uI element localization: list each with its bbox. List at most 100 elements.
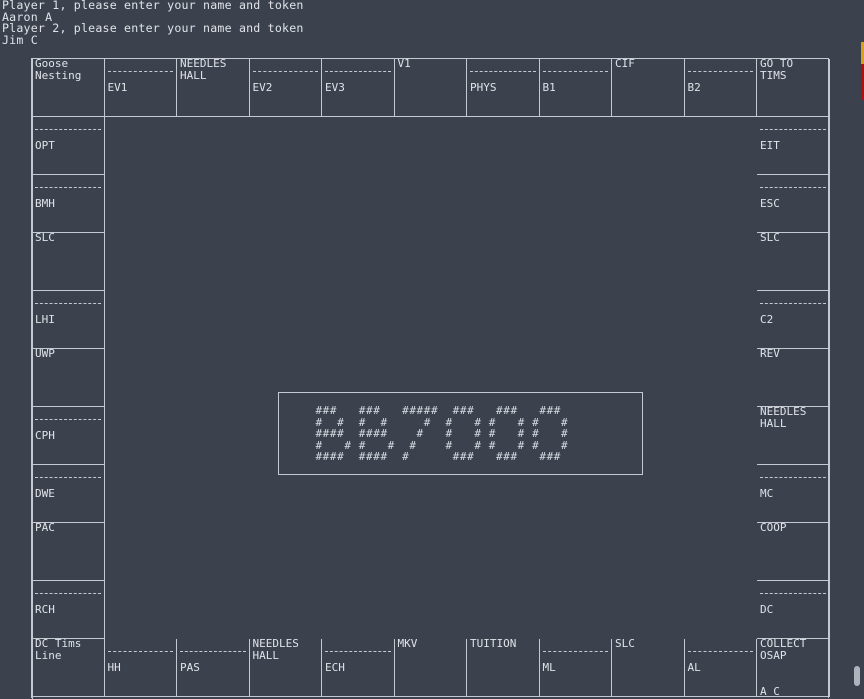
square-collect-osap: COLLECT OSAP A C (757, 638, 830, 698)
square-label-line-1: NEEDLES (760, 405, 807, 418)
square-label-line-2: TIMS (760, 68, 787, 82)
square-label-line-2: OSAP (760, 648, 787, 662)
improvement-bar (542, 643, 608, 652)
improvement-bar (760, 585, 826, 594)
square-label-line-2: Line (35, 648, 62, 662)
square-label-line-1: DC Tims (35, 637, 82, 650)
player-tokens: A C (760, 685, 780, 698)
square-lhi: LHI (32, 291, 105, 349)
logo-ascii-art: ### ### ##### ### ### ### # # # # # # # … (315, 404, 569, 463)
square-label: UWP (35, 347, 55, 360)
square-bmh: BMH (32, 175, 105, 233)
square-label: ML (542, 661, 556, 674)
square-label-line-1: Goose (35, 57, 69, 70)
square-label: EIT (760, 139, 780, 152)
improvement-bar (35, 585, 101, 594)
improvement-bar (760, 121, 826, 130)
square-v1: V1 (394, 57, 467, 117)
square-cph: CPH (32, 407, 105, 465)
square-label: Goose Nesting (35, 58, 81, 81)
square-label: DWE (35, 487, 55, 500)
square-label: DC Tims Line (35, 638, 81, 661)
improvement-bar (35, 469, 101, 478)
improvement-bar (542, 63, 608, 72)
square-label: BMH (35, 197, 55, 210)
square-rev: REV (757, 347, 830, 407)
improvement-bar (35, 295, 101, 304)
improvement-bar (180, 643, 246, 652)
square-label: AL (687, 661, 701, 674)
square-ev2: EV2 (249, 59, 322, 117)
square-needles-hall: NEEDLES HALL (249, 638, 322, 697)
square-label: NEEDLES HALL (253, 638, 299, 661)
square-label: EV1 (107, 81, 128, 94)
scrollbar-thumb[interactable] (854, 666, 860, 686)
square-opt: OPT (32, 117, 105, 175)
square-slc: SLC (32, 232, 105, 291)
square-slc: SLC (612, 637, 685, 697)
square-label: PAS (180, 661, 200, 674)
square-pac: PAC (32, 521, 105, 581)
prompt-player-2: Player 2, please enter your name and tok… (2, 21, 304, 35)
square-dc: DC (757, 581, 830, 639)
square-goose-nesting: Goose Nesting (32, 58, 105, 117)
square-mc: MC (757, 465, 830, 523)
square-ev1: EV1 (104, 59, 177, 117)
square-uwp: UWP (32, 347, 105, 407)
square-label: ESC (760, 197, 780, 210)
improvement-bar (760, 469, 826, 478)
square-label: PHYS (470, 81, 497, 94)
square-label-line-2: Nesting (35, 68, 82, 82)
square-go-to-tims: GO TO TIMS (757, 58, 830, 117)
improvement-bar (760, 295, 826, 304)
improvement-bar (470, 63, 536, 72)
square-label-line-1: GO TO (760, 57, 794, 70)
square-label-line-2: HALL (760, 416, 787, 430)
improvement-bar (107, 643, 173, 652)
square-label: NEEDLES HALL (180, 58, 226, 81)
square-label: RCH (35, 603, 55, 616)
square-dc-tims-line: DC Tims Line (32, 638, 105, 697)
square-label: ECH (325, 661, 345, 674)
square-label: COLLECT OSAP (760, 638, 806, 661)
square-b2: B2 (684, 59, 757, 117)
improvement-bar (107, 63, 173, 72)
board-left-edge (32, 59, 33, 699)
square-label: REV (760, 347, 780, 360)
square-label: OPT (35, 139, 55, 152)
square-eit: EIT (757, 117, 830, 175)
square-c2: C2 (757, 291, 830, 349)
square-label: C2 (760, 313, 774, 326)
square-label-line-2: HALL (252, 648, 280, 662)
square-label: COOP (760, 521, 787, 534)
square-ev3: EV3 (322, 59, 395, 117)
square-label: HH (107, 661, 121, 674)
square-esc: ESC (757, 175, 830, 233)
game-board: ### ### ##### ### ### ### # # # # # # # … (31, 57, 830, 699)
improvement-bar (325, 63, 391, 72)
square-label: MC (760, 487, 774, 500)
square-label: V1 (397, 57, 411, 70)
improvement-bar (687, 643, 753, 652)
square-needles-hall: NEEDLES HALL (177, 58, 250, 117)
improvement-bar (35, 411, 101, 420)
square-needles-hall: NEEDLES HALL (757, 406, 830, 465)
square-label: MKV (397, 637, 418, 650)
square-label-line-1: NEEDLES (180, 57, 227, 70)
square-ml: ML (539, 639, 612, 697)
square-label-line-1: COLLECT (760, 637, 807, 650)
terminal-window[interactable]: Player 1, please enter your name and tok… (0, 0, 864, 699)
square-label-line-1: NEEDLES (252, 637, 299, 650)
improvement-bar (35, 121, 101, 130)
square-label: B2 (687, 81, 701, 94)
square-label: CIF (615, 57, 635, 70)
square-mkv: MKV (394, 637, 467, 697)
improvement-bar (252, 63, 318, 72)
improvement-bar (687, 63, 753, 72)
square-label: PAC (35, 521, 55, 534)
square-label: NEEDLES HALL (760, 406, 806, 429)
square-dwe: DWE (32, 465, 105, 523)
square-slc: SLC (757, 232, 830, 291)
square-label: SLC (615, 637, 635, 650)
square-label: GO TO TIMS (760, 58, 793, 81)
